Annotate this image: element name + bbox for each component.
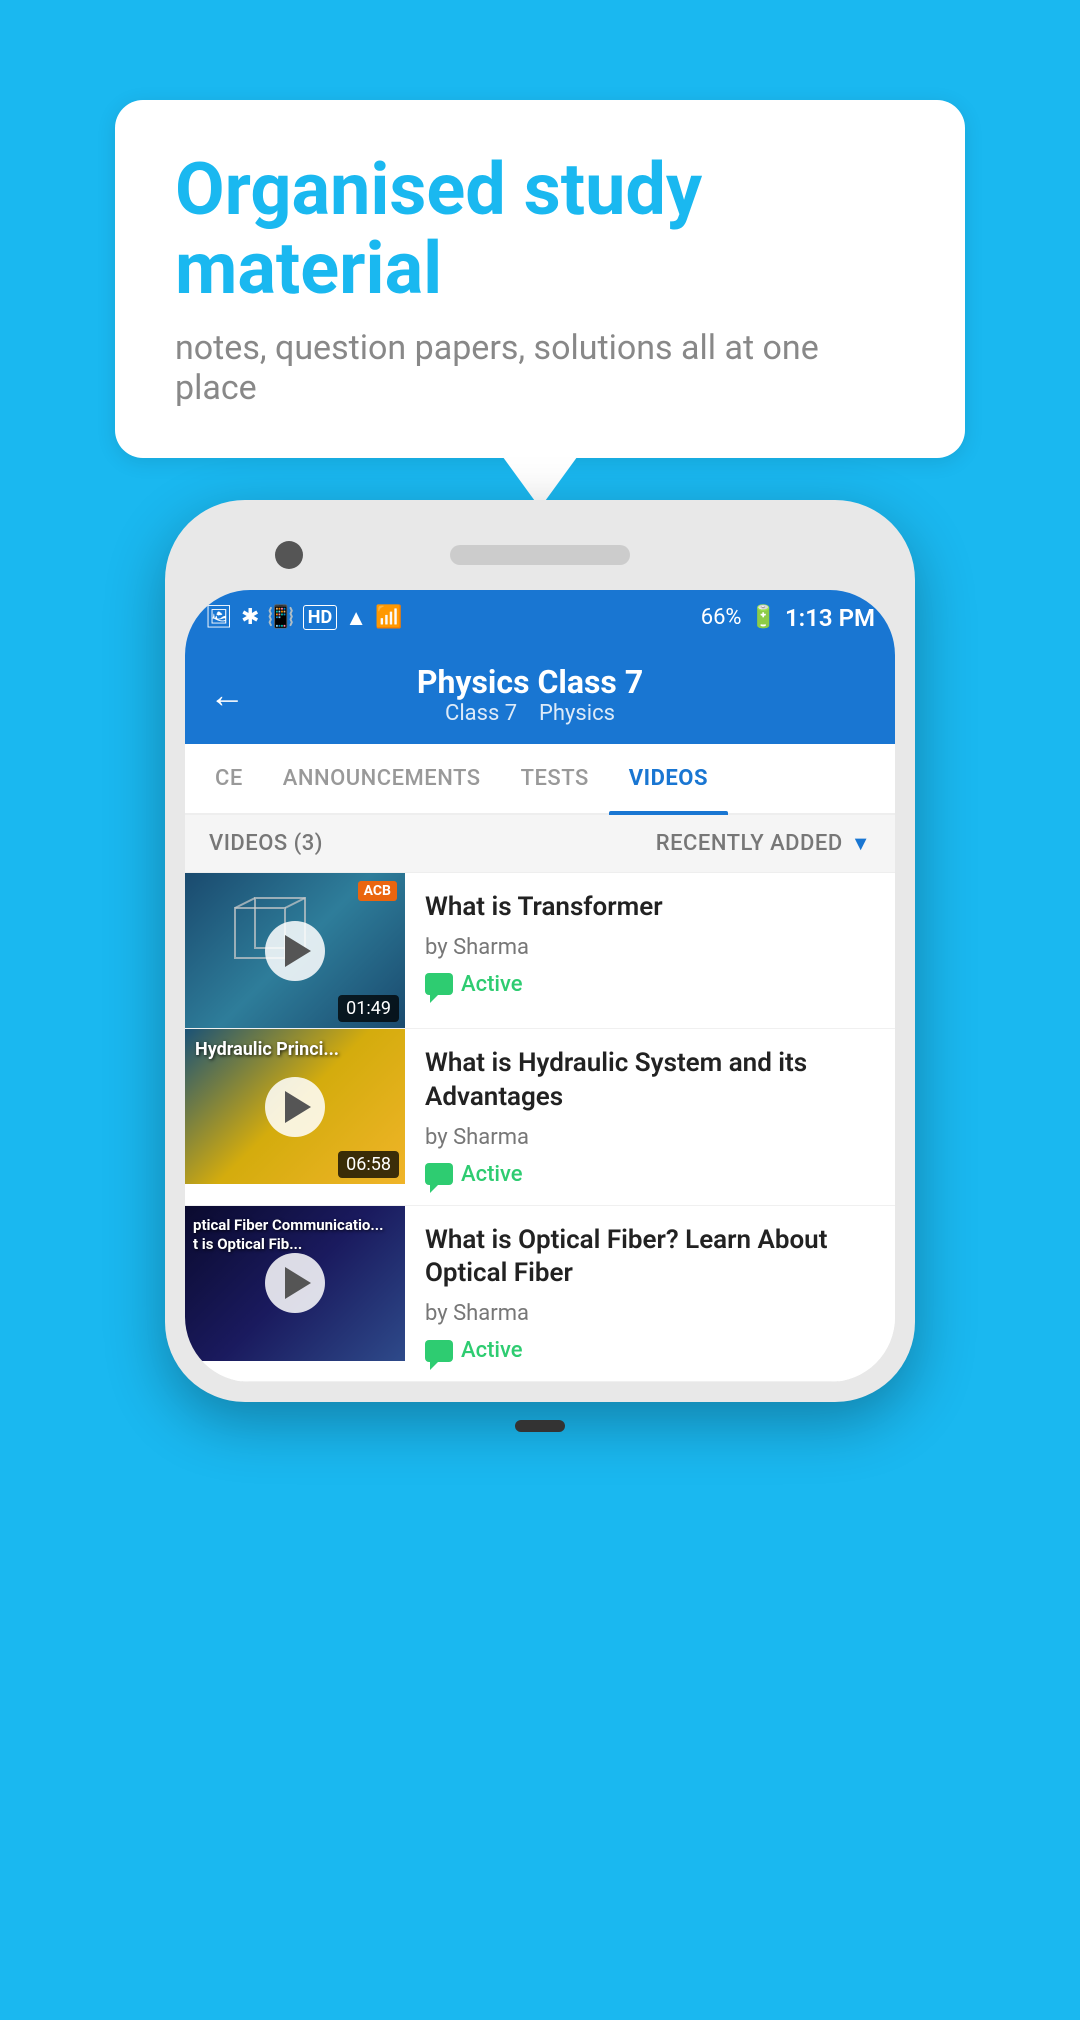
phone-screen: 🖼 ✱ 📳 HD ▲ 📶 66% 🔋 1:13 PM ← Physics Cla	[185, 590, 895, 1382]
play-button-3[interactable]	[265, 1253, 325, 1313]
image-icon: 🖼	[205, 605, 233, 630]
vibrate-icon: 📳	[267, 605, 294, 630]
play-button-2[interactable]	[265, 1077, 325, 1137]
wifi-icon: ▲	[345, 605, 367, 631]
status-bar: 🖼 ✱ 📳 HD ▲ 📶 66% 🔋 1:13 PM	[185, 590, 895, 645]
video-author-3: by Sharma	[425, 1301, 875, 1326]
battery-percent: 66%	[701, 605, 742, 630]
video-thumb-2: Hydraulic Princi... 06:58	[185, 1029, 405, 1184]
status-label-3: Active	[461, 1338, 523, 1363]
hd-badge: HD	[303, 605, 337, 630]
video-info-3: What is Optical Fiber? Learn About Optic…	[405, 1206, 895, 1382]
camera	[275, 541, 303, 569]
sort-button[interactable]: RECENTLY ADDED ▼	[656, 831, 871, 856]
header-title-wrap: Physics Class 7 Class 7 Physics	[265, 663, 795, 726]
sort-label: RECENTLY ADDED	[656, 831, 843, 856]
video-count: VIDEOS (3)	[209, 831, 323, 856]
status-left: 🖼 ✱ 📳 HD ▲ 📶	[205, 605, 402, 631]
video-status-1: Active	[425, 972, 875, 997]
acb-label: ACB	[358, 881, 397, 901]
status-label-1: Active	[461, 972, 523, 997]
signal-icon: 📶	[375, 605, 402, 630]
video-title-2: What is Hydraulic System and its Advanta…	[425, 1047, 875, 1115]
play-triangle-icon-2	[285, 1091, 311, 1123]
back-button[interactable]: ←	[209, 674, 245, 716]
app-header: ← Physics Class 7 Class 7 Physics	[185, 645, 895, 744]
header-class: Class 7	[445, 701, 517, 726]
video-title-1: What is Transformer	[425, 891, 875, 925]
time-display: 1:13 PM	[785, 604, 875, 632]
chevron-down-icon: ▼	[851, 831, 871, 856]
video-info-1: What is Transformer by Sharma Active	[405, 873, 895, 1015]
bluetooth-icon: ✱	[241, 605, 259, 630]
tab-ce[interactable]: CE	[195, 744, 263, 813]
chat-icon-3	[425, 1340, 453, 1362]
video-author-2: by Sharma	[425, 1125, 875, 1150]
bubble-title: Organised study material	[175, 150, 905, 308]
phone-outer: 🖼 ✱ 📳 HD ▲ 📶 66% 🔋 1:13 PM ← Physics Cla	[165, 500, 915, 1402]
video-info-2: What is Hydraulic System and its Advanta…	[405, 1029, 895, 1205]
video-thumb-1: ACB 01:49	[185, 873, 405, 1028]
video-list: ACB 01:49 What is Transformer by Sharma …	[185, 873, 895, 1382]
video-duration-1: 01:49	[338, 995, 399, 1022]
filter-bar: VIDEOS (3) RECENTLY ADDED ▼	[185, 815, 895, 873]
video-author-1: by Sharma	[425, 935, 875, 960]
video-item-2[interactable]: Hydraulic Princi... 06:58 What is Hydrau…	[185, 1029, 895, 1206]
phone-wrapper: 🖼 ✱ 📳 HD ▲ 📶 66% 🔋 1:13 PM ← Physics Cla	[165, 500, 915, 1402]
video-thumb-3: ptical Fiber Communicatio...t is Optical…	[185, 1206, 405, 1361]
chat-icon-2	[425, 1163, 453, 1185]
status-right: 66% 🔋 1:13 PM	[701, 604, 875, 632]
play-triangle-icon	[285, 935, 311, 967]
tab-announcements[interactable]: ANNOUNCEMENTS	[263, 744, 501, 813]
video-title-3: What is Optical Fiber? Learn About Optic…	[425, 1224, 875, 1292]
speech-bubble: Organised study material notes, question…	[115, 100, 965, 458]
header-subtitle: Class 7 Physics	[265, 701, 795, 726]
chat-icon-1	[425, 973, 453, 995]
optical-thumb-text: ptical Fiber Communicatio...t is Optical…	[193, 1216, 383, 1255]
home-button	[515, 1420, 565, 1432]
video-item-3[interactable]: ptical Fiber Communicatio...t is Optical…	[185, 1206, 895, 1383]
tab-tests[interactable]: TESTS	[501, 744, 609, 813]
speaker	[450, 545, 630, 565]
video-status-2: Active	[425, 1162, 875, 1187]
header-subject: Physics	[539, 701, 615, 726]
phone-top-bar	[185, 520, 895, 590]
header-title: Physics Class 7	[265, 663, 795, 701]
play-button-1[interactable]	[265, 921, 325, 981]
play-triangle-icon-3	[285, 1267, 311, 1299]
bubble-subtitle: notes, question papers, solutions all at…	[175, 328, 905, 408]
hydraulic-thumb-text: Hydraulic Princi...	[195, 1039, 339, 1061]
video-duration-2: 06:58	[338, 1151, 399, 1178]
tab-videos[interactable]: VIDEOS	[609, 744, 728, 813]
video-item-1[interactable]: ACB 01:49 What is Transformer by Sharma …	[185, 873, 895, 1029]
battery-icon: 🔋	[750, 605, 777, 630]
video-status-3: Active	[425, 1338, 875, 1363]
status-label-2: Active	[461, 1162, 523, 1187]
tab-bar: CE ANNOUNCEMENTS TESTS VIDEOS	[185, 744, 895, 815]
